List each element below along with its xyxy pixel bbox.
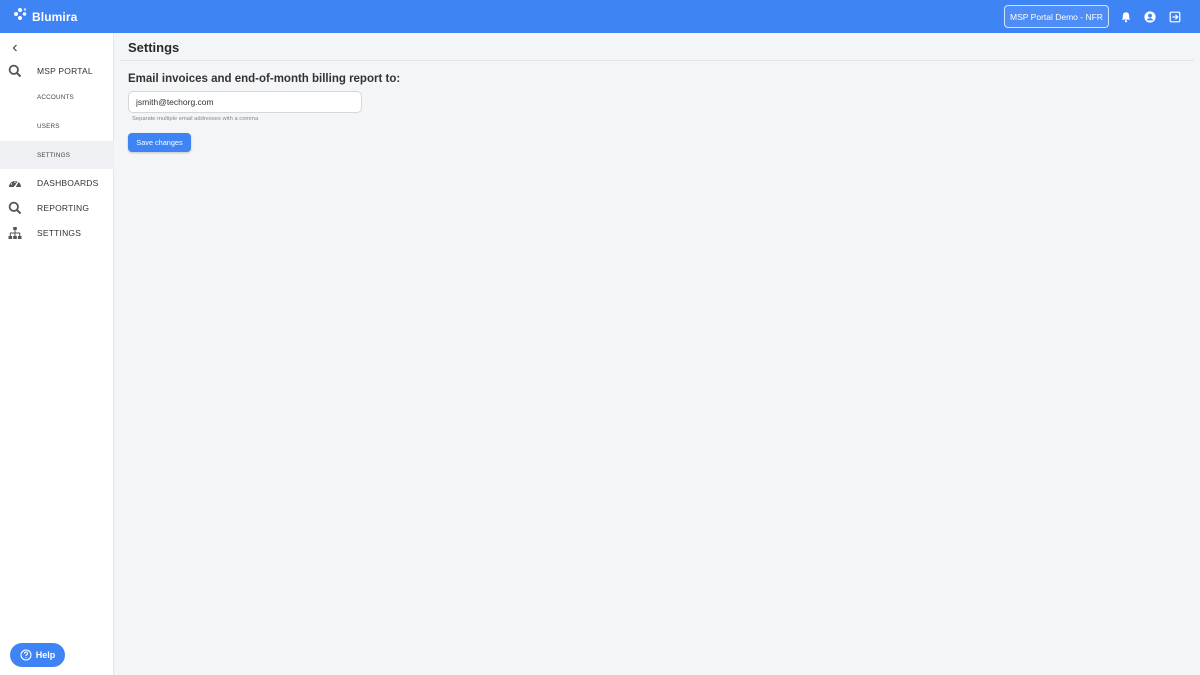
org-switcher-button[interactable]: MSP Portal Demo - NFR xyxy=(1004,5,1109,28)
brand-logo[interactable]: Blumira xyxy=(12,6,77,27)
collapse-sidebar-button[interactable] xyxy=(9,42,21,54)
sidebar-subitem-label: USERS xyxy=(37,122,60,130)
search-icon xyxy=(8,201,22,215)
email-hint-text: Separate multiple email addresses with a… xyxy=(132,116,259,122)
sitemap-icon xyxy=(8,226,22,240)
chevron-left-icon xyxy=(12,44,17,52)
sidebar-item-settings[interactable]: SETTINGS xyxy=(0,225,114,241)
sidebar-subitem-label: SETTINGS xyxy=(37,151,71,159)
sidebar-item-label: REPORTING xyxy=(37,203,90,213)
sidebar-item-label: SETTINGS xyxy=(37,228,82,238)
sidebar-item-dashboards[interactable]: DASHBOARDS xyxy=(0,175,114,191)
sidebar-subitem-accounts[interactable]: ACCOUNTS xyxy=(0,83,114,111)
title-divider xyxy=(120,60,1194,61)
top-bar: Blumira MSP Portal Demo - NFR xyxy=(0,0,1200,33)
blumira-logo-icon xyxy=(12,6,28,27)
brand-name: Blumira xyxy=(32,9,78,24)
billing-email-input[interactable] xyxy=(128,91,362,113)
search-icon xyxy=(8,64,22,78)
sidebar-item-msp-portal[interactable]: MSP PORTAL xyxy=(0,63,114,79)
sidebar-item-label: MSP PORTAL xyxy=(37,66,93,76)
bell-icon[interactable] xyxy=(1118,9,1134,25)
help-button[interactable]: Help xyxy=(10,643,65,667)
dashboard-gauge-icon xyxy=(8,176,22,190)
logout-icon[interactable] xyxy=(1167,9,1183,25)
question-circle-icon xyxy=(20,649,32,661)
page-title: Settings xyxy=(128,40,180,55)
sidebar-item-label: DASHBOARDS xyxy=(37,178,99,188)
sidebar-subitem-label: ACCOUNTS xyxy=(37,93,74,101)
sidebar-subitem-users[interactable]: USERS xyxy=(0,112,114,140)
user-account-icon[interactable] xyxy=(1142,9,1158,25)
help-label: Help xyxy=(35,650,56,660)
billing-email-label: Email invoices and end-of-month billing … xyxy=(128,73,401,85)
sidebar-subitem-settings[interactable]: SETTINGS xyxy=(0,141,114,169)
sidebar: MSP PORTAL ACCOUNTS USERS SETTINGS DASHB… xyxy=(0,33,114,675)
sidebar-item-reporting[interactable]: REPORTING xyxy=(0,200,114,216)
save-changes-button[interactable]: Save changes xyxy=(128,133,191,152)
